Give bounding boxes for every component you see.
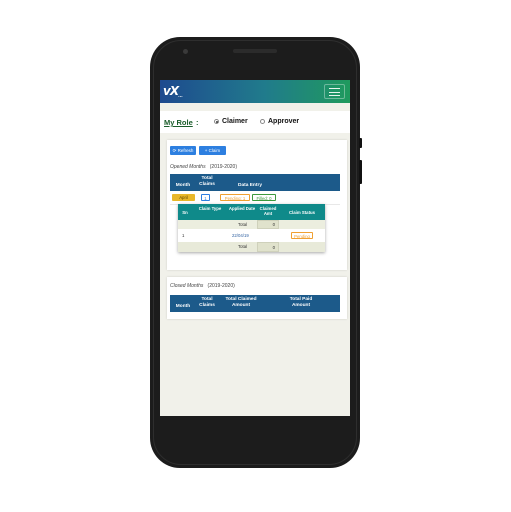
col-total-claimed-amount: Total Claimed Amount xyxy=(225,297,257,308)
refresh-icon: ⟳ xyxy=(172,148,177,153)
table-row[interactable]: April 1 Pending: 1 Filled: 0 xyxy=(170,191,340,205)
col-claim-status: Claim Status xyxy=(288,210,316,215)
role-colon: : xyxy=(196,118,199,127)
col-claim-type: Claim Type xyxy=(198,206,222,211)
table-row[interactable]: 1 22/04/19 Pending xyxy=(178,230,325,241)
total-label: Total xyxy=(238,244,248,249)
total-value: 0 xyxy=(257,220,279,229)
total-label: Total xyxy=(238,222,248,227)
col-total-claims: Total Claims xyxy=(199,297,215,308)
closed-months-panel: Closed Months (2019-2020) Month Total Cl… xyxy=(167,277,347,319)
radio-approver[interactable] xyxy=(260,119,265,124)
col-month: Month xyxy=(175,183,191,188)
role-selector: My Role : Claimer Approver xyxy=(160,111,350,133)
row-applied-date: 22/04/19 xyxy=(232,233,249,238)
radio-claimer-label[interactable]: Claimer xyxy=(222,118,248,125)
month-badge[interactable]: April xyxy=(172,194,195,201)
col-data-entry: Data Entry xyxy=(238,183,262,188)
detail-table-header: Sn Claim Type Applied Date Claimed Amt C… xyxy=(178,204,325,220)
app-bar: vX... xyxy=(160,80,350,103)
opened-table-header: Month Total Claims Data Entry xyxy=(170,174,340,191)
phone-side-button xyxy=(359,138,362,148)
pending-badge[interactable]: Pending: 1 xyxy=(220,194,250,201)
detail-total-row: Total 0 xyxy=(178,220,325,229)
col-total-claims: Total Claims xyxy=(199,176,215,187)
radio-approver-label[interactable]: Approver xyxy=(268,118,299,125)
closed-months-title: Closed Months (2019-2020) xyxy=(170,283,235,289)
claim-status-badge[interactable]: Pending xyxy=(291,232,313,239)
col-claimed-amt: Claimed Amt xyxy=(259,206,277,216)
refresh-button[interactable]: ⟳ Refresh xyxy=(170,146,196,155)
camera-icon xyxy=(183,49,188,54)
row-sn: 1 xyxy=(182,233,185,238)
total-claims-count[interactable]: 1 xyxy=(201,194,210,201)
filled-badge[interactable]: Filled: 0 xyxy=(252,194,276,201)
detail-bottom-total-row: Total 0 xyxy=(178,242,325,252)
col-month: Month xyxy=(175,304,191,309)
add-claim-button[interactable]: + Claim xyxy=(199,146,226,155)
app-screen: vX... My Role : Claimer Approver ⟳ Refre… xyxy=(160,80,350,416)
opened-months-panel: ⟳ Refresh + Claim Opened Months (2019-20… xyxy=(167,140,347,270)
radio-claimer[interactable] xyxy=(214,119,219,124)
claim-detail-table: Sn Claim Type Applied Date Claimed Amt C… xyxy=(178,204,325,252)
col-total-paid-amount: Total Paid Amount xyxy=(289,297,313,308)
phone-volume-button xyxy=(359,160,362,184)
role-title: My Role xyxy=(164,118,193,127)
col-applied-date: Applied Date xyxy=(228,206,256,211)
speaker-grille xyxy=(233,49,277,53)
app-logo: vX... xyxy=(163,84,183,98)
opened-months-title: Opened Months (2019-2020) xyxy=(170,164,238,170)
closed-table-header: Month Total Claims Total Claimed Amount … xyxy=(170,295,340,312)
hamburger-menu-icon[interactable] xyxy=(324,84,345,99)
col-sn: Sn xyxy=(182,210,188,215)
total-value: 0 xyxy=(257,242,279,252)
